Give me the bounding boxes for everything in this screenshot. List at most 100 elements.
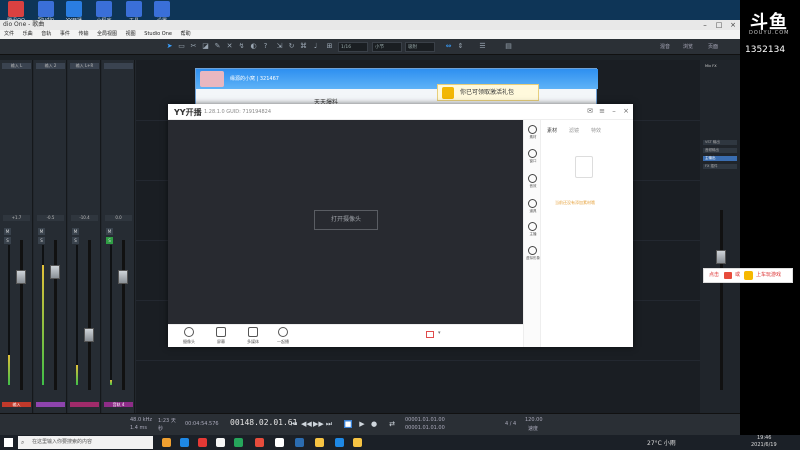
rewind-start-icon[interactable]: ⏮ — [290, 420, 298, 428]
desktop-icon-tool[interactable] — [126, 1, 142, 17]
help-icon[interactable]: ? — [261, 42, 270, 51]
fader-handle[interactable] — [16, 270, 26, 284]
menu-view[interactable]: 视图 — [126, 31, 136, 37]
close-icon[interactable]: × — [726, 20, 740, 30]
strip-level[interactable]: +1.7 — [3, 215, 30, 221]
desktop-icon-mini[interactable] — [96, 1, 112, 17]
together-source-button[interactable]: 一起播 — [272, 327, 294, 347]
close-icon[interactable]: × — [622, 107, 630, 115]
listen-tool-icon[interactable]: ◐ — [249, 42, 258, 51]
record-source-icon[interactable] — [426, 331, 434, 338]
tab-material[interactable]: 素材 — [547, 127, 557, 134]
save-icon[interactable]: ▤ — [504, 42, 513, 51]
taskbar-app-icon[interactable] — [275, 438, 284, 447]
strip-input[interactable]: 输入 L — [2, 63, 31, 69]
taskbar-app-icon[interactable] — [295, 438, 304, 447]
taskbar-app-icon[interactable] — [198, 438, 207, 447]
position-bars[interactable]: 00148.02.01.61 — [230, 418, 297, 427]
desktop-icon-yy[interactable] — [66, 1, 82, 17]
grid-icon[interactable]: ⊞ — [325, 42, 334, 51]
mute-button[interactable]: M — [72, 228, 79, 235]
master-fader-handle[interactable] — [716, 250, 726, 264]
clock-time[interactable]: 19:46 — [757, 435, 771, 441]
game-ad-banner[interactable]: 点击 或 上车玩游戏 — [703, 268, 793, 283]
fit-icon[interactable]: ⇕ — [456, 42, 465, 51]
list-icon[interactable]: ☰ — [478, 42, 487, 51]
qq-gift-popup[interactable]: 你已可领取激活礼包 — [437, 84, 539, 101]
menu-icon[interactable]: ≡ — [598, 107, 606, 115]
side-item-avatar[interactable]: 虚拟形象 — [524, 245, 542, 265]
right-panel-item[interactable]: FX 插件 — [703, 164, 737, 169]
strip-level[interactable]: -10.4 — [71, 215, 98, 221]
quantize-icon[interactable]: ⌘ — [299, 42, 308, 51]
mute-button[interactable]: M — [106, 228, 113, 235]
tab-page[interactable]: 页面 — [708, 43, 718, 50]
tempo-value[interactable]: 120.00 — [525, 417, 543, 423]
strip-level[interactable]: 0.0 — [105, 215, 132, 221]
strip-name[interactable]: 输入 — [2, 402, 31, 407]
taskbar-app-icon[interactable] — [255, 438, 264, 447]
solo-button[interactable]: S — [106, 237, 113, 244]
mail-icon[interactable]: ✉ — [586, 107, 594, 115]
arrow-tool-icon[interactable]: ➤ — [165, 42, 174, 51]
menu-file[interactable]: 文件 — [4, 31, 14, 37]
windows-start-icon[interactable] — [4, 438, 13, 447]
chevron-down-icon[interactable]: ▾ — [438, 330, 441, 336]
desktop-icon-settings[interactable] — [154, 1, 170, 17]
loop-toggle-icon[interactable]: ⇄ — [388, 420, 396, 428]
solo-button[interactable]: S — [4, 237, 11, 244]
media-source-button[interactable]: 多媒体 — [242, 327, 264, 347]
record-icon[interactable]: ● — [370, 420, 378, 428]
camera-source-button[interactable]: 摄像头 — [178, 327, 200, 347]
fader-handle[interactable] — [84, 328, 94, 342]
forward-icon[interactable]: ▶▶ — [313, 420, 324, 428]
strip-input[interactable]: 输入 L+R — [70, 63, 99, 69]
paint-tool-icon[interactable]: ✎ — [213, 42, 222, 51]
taskbar-app-icon[interactable] — [234, 438, 243, 447]
taskbar-app-icon[interactable] — [162, 438, 171, 447]
play-icon[interactable]: ▶ — [358, 420, 366, 428]
taskbar-app-icon[interactable] — [353, 438, 362, 447]
mute-button[interactable]: M — [38, 228, 45, 235]
loop-start[interactable]: 00001.01.01.00 — [405, 417, 445, 423]
bend-tool-icon[interactable]: ↯ — [237, 42, 246, 51]
loop-end[interactable]: 00001.01.01.00 — [405, 425, 445, 431]
qq-avatar[interactable] — [200, 71, 224, 87]
menu-help[interactable]: 帮助 — [181, 31, 191, 37]
strip-name[interactable] — [70, 402, 99, 407]
screen-source-button[interactable]: 屏幕 — [210, 327, 232, 347]
open-camera-button[interactable]: 打开摄像头 — [314, 210, 378, 230]
taskbar-app-icon[interactable] — [216, 438, 225, 447]
strip-name[interactable]: 音轨 4 — [104, 402, 133, 407]
menu-transport[interactable]: 传输 — [78, 31, 88, 37]
timebase-field[interactable]: 小节 — [372, 42, 402, 52]
side-item-material[interactable]: 素材 — [524, 124, 542, 144]
side-item-props[interactable]: 道具 — [524, 198, 542, 218]
strip-input[interactable]: 输入 2 — [36, 63, 65, 69]
taskbar-app-icon[interactable] — [335, 438, 344, 447]
maximize-icon[interactable]: □ — [712, 20, 726, 30]
range-tool-icon[interactable]: ▭ — [177, 42, 186, 51]
right-panel-item[interactable]: 音频输出 — [703, 148, 737, 153]
clock-date[interactable]: 2021/6/19 — [751, 442, 777, 448]
right-panel-item[interactable]: 主输出 — [703, 156, 737, 161]
tab-filter[interactable]: 滤镜 — [569, 127, 579, 134]
side-item-sound[interactable]: 音效 — [524, 173, 542, 193]
side-item-anchor[interactable]: 主播 — [524, 221, 542, 241]
menu-event[interactable]: 事件 — [60, 31, 70, 37]
side-item-window[interactable]: 窗口 — [524, 148, 542, 168]
zoom-icon[interactable]: ⇔ — [444, 42, 453, 51]
menu-global-view[interactable]: 全局视图 — [97, 31, 117, 37]
weather[interactable]: 27°C 小雨 — [647, 438, 676, 447]
solo-button[interactable]: S — [38, 237, 45, 244]
mute-button[interactable]: M — [4, 228, 11, 235]
minimize-icon[interactable]: – — [610, 107, 618, 115]
snap-field[interactable]: 吸附 — [405, 42, 435, 52]
solo-button[interactable]: S — [72, 237, 79, 244]
forward-end-icon[interactable]: ⏭ — [325, 420, 333, 428]
quantize-field[interactable]: 1/16 — [338, 42, 368, 52]
time-signature[interactable]: 4 / 4 — [505, 421, 516, 427]
desktop-icon-qq[interactable] — [8, 1, 24, 17]
tab-mix[interactable]: 混音 — [660, 43, 670, 50]
mute-tool-icon[interactable]: ✕ — [225, 42, 234, 51]
